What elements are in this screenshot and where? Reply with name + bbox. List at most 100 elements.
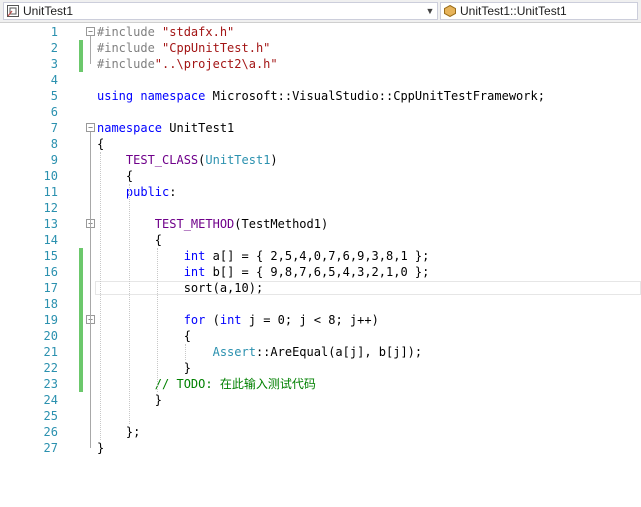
- change-marker: [79, 376, 83, 392]
- code-text: }: [97, 361, 191, 375]
- line-number: 1: [50, 25, 58, 39]
- code-text: int b[] = { 9,8,7,6,5,4,3,2,1,0 };: [183, 265, 430, 279]
- line-number: 21: [43, 345, 58, 359]
- code-text: sort(a,10);: [97, 281, 264, 295]
- line-number: 6: [50, 105, 58, 119]
- code-line[interactable]: 21 Assert::AreEqual(a[j], b[j]);: [0, 344, 641, 360]
- change-marker: [79, 280, 83, 296]
- code-line[interactable]: 6: [0, 104, 641, 120]
- line-number: 8: [50, 137, 58, 151]
- code-text: namespace UnitTest1: [97, 121, 235, 135]
- code-text: {: [97, 137, 105, 151]
- line-number: 5: [50, 89, 58, 103]
- code-text: }: [97, 441, 105, 455]
- line-number: 24: [43, 393, 58, 407]
- line-number: 11: [43, 185, 58, 199]
- code-text: };: [97, 425, 141, 439]
- code-line[interactable]: 9 TEST_CLASS(UnitTest1): [0, 152, 641, 168]
- indent-guide: [185, 344, 186, 360]
- code-editor[interactable]: 1− #include "stdafx.h" 2 #include "CppUnitT…: [0, 23, 641, 507]
- line-number: 15: [43, 249, 58, 263]
- code-line[interactable]: 10 {: [0, 168, 641, 184]
- line-number: 17: [43, 281, 58, 295]
- code-text: int a[] = { 2,5,4,0,7,6,9,3,8,1 };: [183, 249, 430, 263]
- code-line[interactable]: 4: [0, 72, 641, 88]
- code-text: {: [97, 329, 191, 343]
- code-line[interactable]: 5 using namespace Microsoft::VisualStudio…: [0, 88, 641, 104]
- code-text: #include"..\project2\a.h": [97, 57, 278, 71]
- line-number: 22: [43, 361, 58, 375]
- code-line[interactable]: 7 − namespace UnitTest1: [0, 120, 641, 136]
- change-marker: [79, 248, 83, 264]
- code-line[interactable]: 15 int a[] = { 2,5,4,0,7,6,9,3,8,1 };: [0, 248, 641, 264]
- code-line[interactable]: 19− for (int j = 0; j < 8; j++): [0, 312, 641, 328]
- line-number: 26: [43, 425, 58, 439]
- outlining-line: [90, 36, 91, 64]
- line-number: 18: [43, 297, 58, 311]
- code-line[interactable]: 23 // TODO: 在此输入测试代码: [0, 376, 641, 392]
- code-text: public:: [125, 185, 177, 199]
- change-marker: [79, 296, 83, 312]
- code-line[interactable]: 17 sort(a,10);: [0, 280, 641, 296]
- change-marker: [79, 328, 83, 344]
- code-line[interactable]: 12: [0, 200, 641, 216]
- outlining-line: [90, 324, 91, 368]
- code-text: for (int j = 0; j < 8; j++): [183, 313, 379, 327]
- code-text: Assert::AreEqual(a[j], b[j]);: [212, 345, 423, 359]
- indent-guide: [129, 184, 130, 424]
- code-line[interactable]: 18: [0, 296, 641, 312]
- code-line[interactable]: 3 #include"..\project2\a.h": [0, 56, 641, 72]
- project-icon: [7, 5, 19, 17]
- line-number: 14: [43, 233, 58, 247]
- code-line[interactable]: 20 {: [0, 328, 641, 344]
- code-line[interactable]: 11 public:: [0, 184, 641, 200]
- code-text: {: [97, 169, 134, 183]
- code-text: TEST_METHOD(TestMethod1): [154, 217, 329, 231]
- code-line[interactable]: 25: [0, 408, 641, 424]
- line-number: 16: [43, 265, 58, 279]
- line-number: 27: [43, 441, 58, 455]
- code-line[interactable]: 26 };: [0, 424, 641, 440]
- code-line[interactable]: 13− TEST_METHOD(TestMethod1): [0, 216, 641, 232]
- code-line[interactable]: 22 }: [0, 360, 641, 376]
- chevron-down-icon[interactable]: ▼: [423, 3, 437, 19]
- indent-guide: [157, 248, 158, 392]
- line-number: 12: [43, 201, 58, 215]
- outlining-line: [90, 228, 91, 400]
- line-number: 25: [43, 409, 58, 423]
- code-line[interactable]: 14 {: [0, 232, 641, 248]
- change-marker: [79, 360, 83, 376]
- member-scope-dropdown[interactable]: UnitTest1::UnitTest1: [440, 2, 638, 20]
- code-text: TEST_CLASS(UnitTest1): [125, 153, 278, 167]
- code-line[interactable]: 24 }: [0, 392, 641, 408]
- code-line[interactable]: 2 #include "CppUnitTest.h": [0, 40, 641, 56]
- line-number: 2: [50, 41, 58, 55]
- collapse-icon[interactable]: −: [86, 27, 95, 36]
- change-marker: [79, 40, 83, 56]
- code-line[interactable]: 16 int b[] = { 9,8,7,6,5,4,3,2,1,0 };: [0, 264, 641, 280]
- change-marker: [79, 312, 83, 328]
- change-marker: [79, 56, 83, 72]
- member-scope-label: UnitTest1::UnitTest1: [460, 4, 567, 18]
- line-number: 7: [50, 121, 58, 135]
- line-number: 9: [50, 153, 58, 167]
- code-text: #include "CppUnitTest.h": [97, 41, 271, 55]
- line-number: 20: [43, 329, 58, 343]
- code-text: #include "stdafx.h": [97, 25, 235, 39]
- code-line[interactable]: 1 − #include "stdafx.h": [0, 24, 641, 40]
- change-marker: [79, 344, 83, 360]
- line-number: 23: [43, 377, 58, 391]
- collapse-icon[interactable]: −: [86, 123, 95, 132]
- line-number: 10: [43, 169, 58, 183]
- line-number: 19: [43, 313, 58, 327]
- class-icon: [444, 5, 456, 17]
- change-marker: [79, 264, 83, 280]
- code-text: using namespace Microsoft::VisualStudio:…: [97, 89, 545, 103]
- project-scope-dropdown[interactable]: UnitTest1 ▼: [3, 2, 438, 20]
- line-number: 13: [43, 217, 58, 231]
- indent-guide: [100, 152, 101, 440]
- line-number: 3: [50, 57, 58, 71]
- code-line[interactable]: 8{: [0, 136, 641, 152]
- code-line[interactable]: 27}: [0, 440, 641, 456]
- project-scope-label: UnitTest1: [23, 4, 74, 18]
